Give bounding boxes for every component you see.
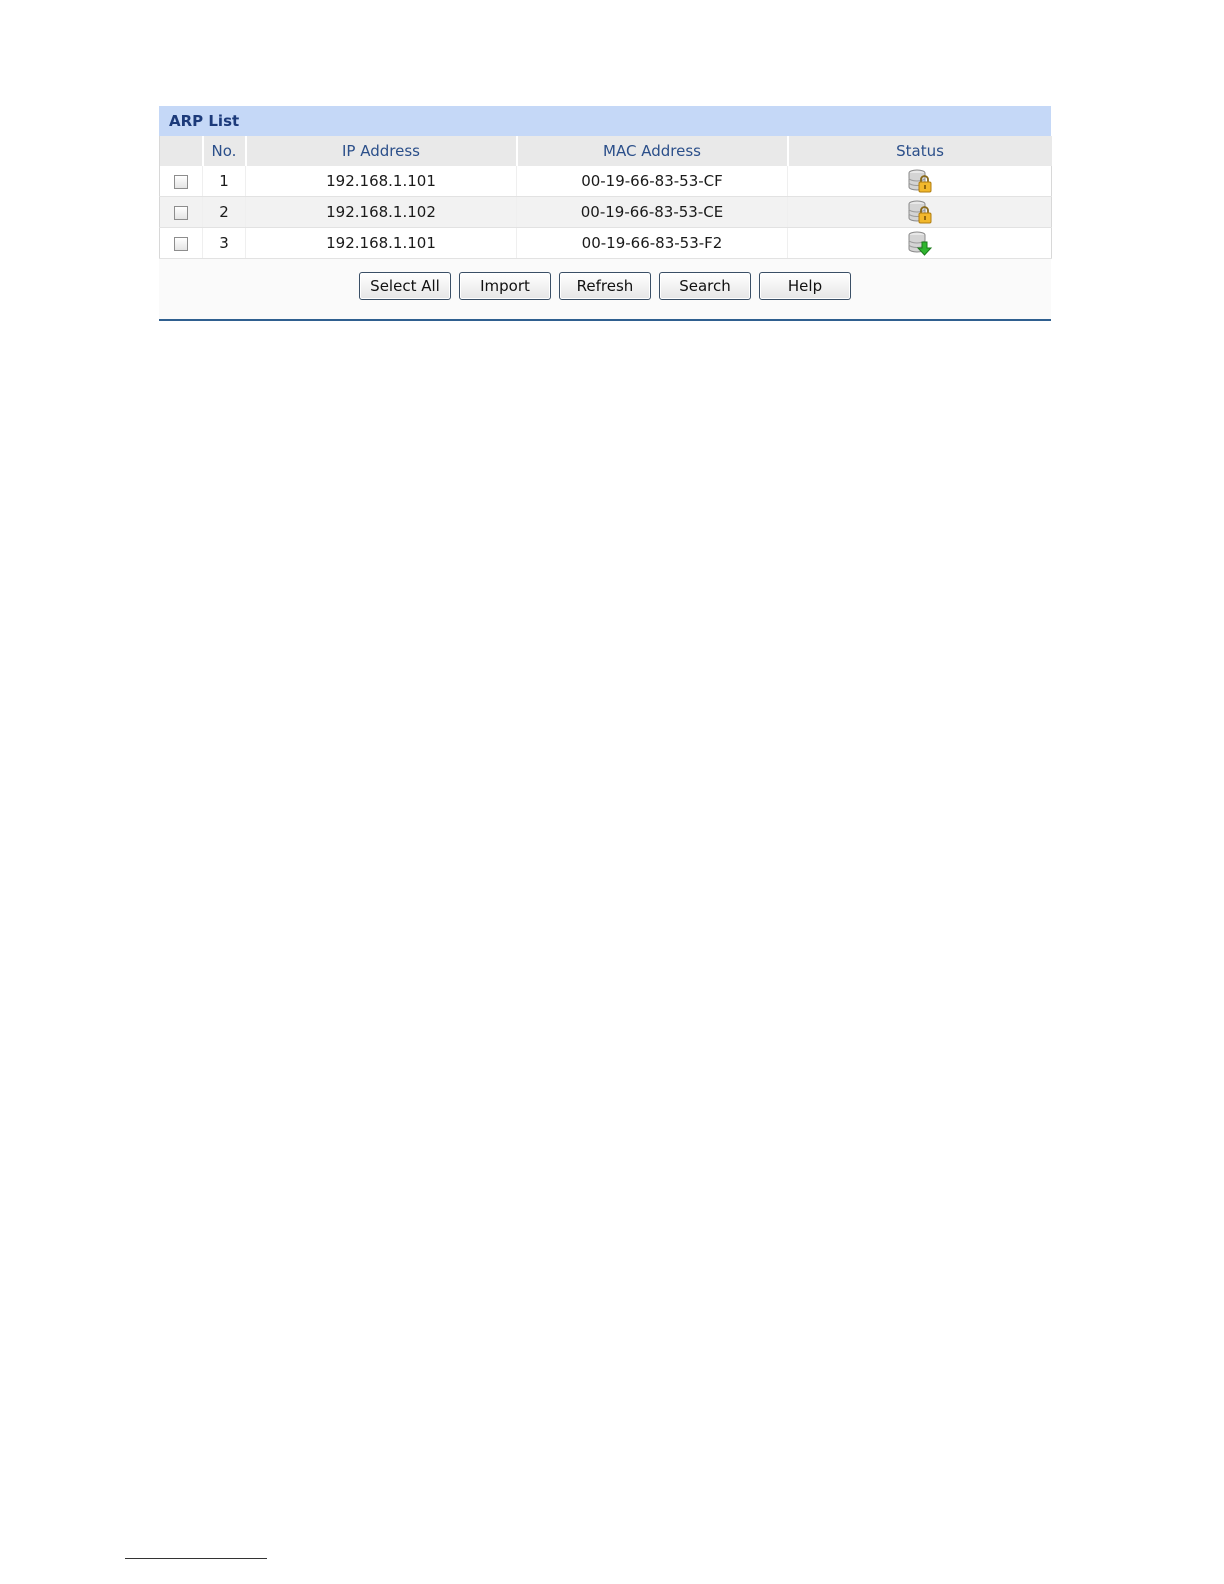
column-header-select (159, 136, 203, 166)
row-checkbox[interactable] (174, 174, 188, 189)
help-button[interactable]: Help (759, 272, 851, 300)
row-mac-address: 00-19-66-83-53-CE (516, 196, 788, 228)
search-button[interactable]: Search (659, 272, 751, 300)
column-header-no: No. (201, 136, 246, 166)
import-button[interactable]: Import (459, 272, 551, 300)
row-mac-address: 00-19-66-83-53-F2 (516, 227, 788, 259)
row-number: 3 (202, 227, 246, 259)
row-status (787, 166, 1052, 197)
row-number: 2 (202, 196, 246, 228)
row-status (787, 227, 1052, 259)
locked-server-icon (908, 200, 931, 224)
select-all-button[interactable]: Select All (359, 272, 451, 300)
row-select-cell (159, 166, 203, 197)
table-header-row: No. IP Address MAC Address Status (159, 136, 1052, 166)
locked-server-icon (908, 169, 931, 193)
column-header-mac-address: MAC Address (515, 136, 788, 166)
button-bar: Select All Import Refresh Search Help (159, 259, 1051, 321)
panel-title: ARP List (159, 106, 1051, 136)
row-select-cell (159, 227, 203, 259)
refresh-button[interactable]: Refresh (559, 272, 651, 300)
table-row: 2 192.168.1.102 00-19-66-83-53-CE (159, 196, 1052, 228)
row-ip-address: 192.168.1.102 (245, 196, 517, 228)
row-checkbox[interactable] (174, 205, 188, 220)
row-status (787, 196, 1052, 228)
table-row: 1 192.168.1.101 00-19-66-83-53-CF (159, 166, 1052, 197)
row-mac-address: 00-19-66-83-53-CF (516, 166, 788, 197)
arp-table: No. IP Address MAC Address Status 1 192.… (159, 136, 1052, 259)
download-server-icon (908, 231, 932, 256)
row-ip-address: 192.168.1.101 (245, 166, 517, 197)
row-checkbox[interactable] (174, 236, 188, 251)
arp-list-panel: ARP List No. IP Address MAC Address Stat… (159, 106, 1052, 321)
table-row: 3 192.168.1.101 00-19-66-83-53-F2 (159, 227, 1052, 259)
column-header-ip-address: IP Address (244, 136, 517, 166)
row-select-cell (159, 196, 203, 228)
row-ip-address: 192.168.1.101 (245, 227, 517, 259)
footnote-separator (125, 1558, 267, 1559)
column-header-status: Status (786, 136, 1052, 166)
row-number: 1 (202, 166, 246, 197)
